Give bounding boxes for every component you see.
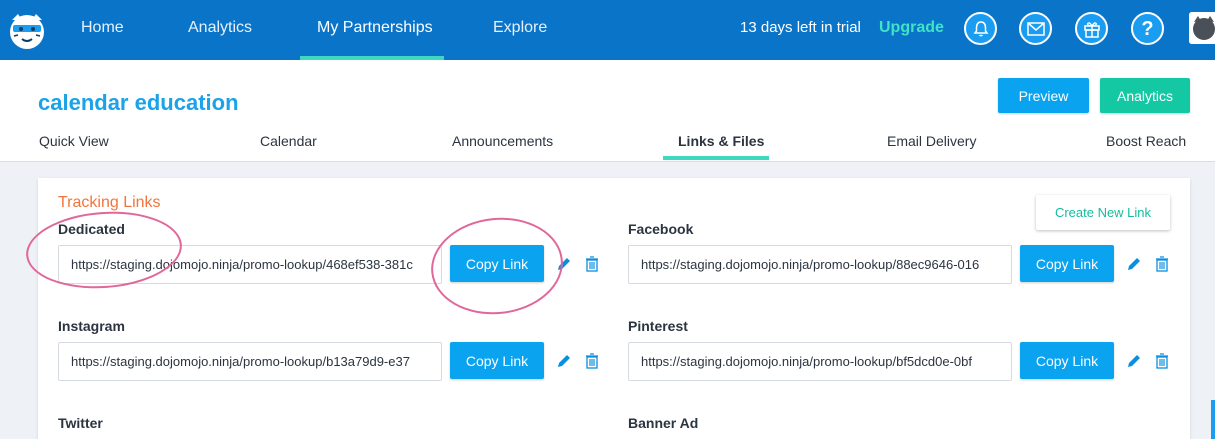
analytics-button[interactable]: Analytics <box>1100 78 1190 113</box>
tracking-links-card: Tracking Links Create New Link Dedicated… <box>38 178 1190 439</box>
preview-button[interactable]: Preview <box>998 78 1089 113</box>
link-input-facebook[interactable] <box>628 245 1012 284</box>
trash-icon[interactable] <box>583 255 601 273</box>
nav-analytics[interactable]: Analytics <box>188 0 252 60</box>
nav-explore[interactable]: Explore <box>493 0 547 60</box>
bell-icon[interactable] <box>964 12 997 45</box>
campaign-header: calendar education Preview Analytics Qui… <box>0 60 1215 162</box>
nav-home[interactable]: Home <box>81 0 124 60</box>
tab-links-files[interactable]: Links & Files <box>678 133 764 149</box>
tab-announcements[interactable]: Announcements <box>452 133 553 149</box>
upgrade-link[interactable]: Upgrade <box>879 0 944 56</box>
field-label-pinterest: Pinterest <box>628 318 688 334</box>
field-label-dedicated: Dedicated <box>58 221 125 237</box>
logo-icon[interactable] <box>4 8 50 52</box>
field-label-twitter: Twitter <box>58 415 103 431</box>
field-label-facebook: Facebook <box>628 221 694 237</box>
scrollbar[interactable] <box>1211 400 1215 439</box>
create-new-link-button[interactable]: Create New Link <box>1036 195 1170 230</box>
pencil-icon[interactable] <box>1125 255 1143 273</box>
copy-link-button-facebook[interactable]: Copy Link <box>1020 245 1114 282</box>
trash-icon[interactable] <box>1153 255 1171 273</box>
trial-status: 13 days left in trial <box>740 19 861 36</box>
copy-link-button-dedicated[interactable]: Copy Link <box>450 245 544 282</box>
pencil-icon[interactable] <box>555 255 573 273</box>
help-icon[interactable]: ? <box>1131 12 1164 45</box>
section-title: Tracking Links <box>58 194 161 211</box>
top-nav: Home Analytics My Partnerships Explore 1… <box>0 0 1215 60</box>
pencil-icon[interactable] <box>1125 352 1143 370</box>
link-input-pinterest[interactable] <box>628 342 1012 381</box>
tab-calendar[interactable]: Calendar <box>260 133 317 149</box>
tab-boost-reach[interactable]: Boost Reach <box>1106 133 1186 149</box>
page-title: calendar education <box>38 90 239 115</box>
nav-my-partnerships[interactable]: My Partnerships <box>317 0 433 60</box>
tab-email-delivery[interactable]: Email Delivery <box>887 133 976 149</box>
gift-icon[interactable] <box>1075 12 1108 45</box>
trash-icon[interactable] <box>1153 352 1171 370</box>
mail-icon[interactable] <box>1019 12 1052 45</box>
pencil-icon[interactable] <box>555 352 573 370</box>
link-input-instagram[interactable] <box>58 342 442 381</box>
field-label-instagram: Instagram <box>58 318 125 334</box>
tab-quick-view[interactable]: Quick View <box>39 133 109 149</box>
copy-link-button-instagram[interactable]: Copy Link <box>450 342 544 379</box>
field-label-banner-ad: Banner Ad <box>628 415 699 431</box>
avatar[interactable] <box>1189 12 1215 44</box>
copy-link-button-pinterest[interactable]: Copy Link <box>1020 342 1114 379</box>
link-input-dedicated[interactable] <box>58 245 442 284</box>
tab-active-indicator <box>663 156 769 160</box>
trash-icon[interactable] <box>583 352 601 370</box>
help-glyph: ? <box>1141 17 1154 40</box>
